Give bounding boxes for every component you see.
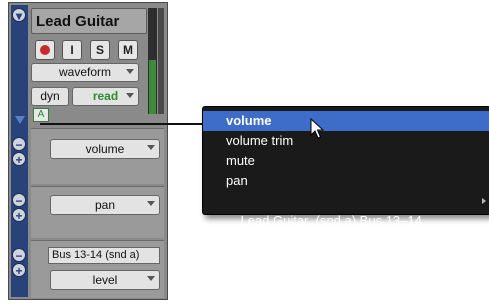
chevron-down-icon [147,276,155,281]
track-name[interactable]: Lead Guitar [31,8,147,34]
menu-item-pan[interactable]: pan [203,171,489,191]
chevron-down-icon [126,69,134,74]
menu-item-volume[interactable]: volume [203,111,489,131]
automation-param-selector[interactable]: pan [50,195,160,215]
menu-item-mute[interactable]: mute [203,151,489,171]
plus-circle-icon[interactable]: + [12,263,26,278]
automation-mode-label: read [92,89,119,103]
record-enable-button[interactable] [35,40,55,60]
plus-circle-icon[interactable]: + [12,152,26,167]
automation-param-selector[interactable]: volume [50,139,160,159]
dyn-button[interactable]: dyn [31,87,69,106]
menu-item-send-label: Lead Guitar (snd a) Bus 13–14 [240,213,422,228]
level-meter-fill [149,60,156,114]
automation-param-label: volume [85,142,125,156]
minus-circle-icon[interactable]: − [12,248,26,263]
minus-circle-icon[interactable]: − [12,137,26,152]
input-monitor-button[interactable]: I [62,40,82,60]
chevron-down-icon [147,145,155,150]
mouse-pointer-icon [310,118,324,139]
expand-automation-icon[interactable] [15,116,25,124]
send-param-selector[interactable]: level [50,270,160,290]
send-name[interactable]: Bus 13-14 (snd a) [48,247,160,264]
automation-mode-selector[interactable]: read [72,87,139,106]
track-view-label: waveform [58,65,111,79]
record-icon [40,44,50,55]
chevron-down-icon [147,201,155,206]
automation-lane-button[interactable]: A [33,108,49,122]
submenu-arrow-icon [482,198,486,204]
level-meter-right [158,8,164,114]
callout-line [40,123,202,125]
collapse-track-icon[interactable]: ▾ [12,8,26,23]
automation-param-label: pan [94,198,116,212]
menu-item-volume-trim[interactable]: volume trim [203,131,489,151]
mute-button[interactable]: M [118,40,138,60]
send-param-label: level [92,273,118,287]
minus-circle-icon[interactable]: − [12,193,26,208]
track-view-selector[interactable]: waveform [31,63,139,82]
plus-circle-icon[interactable]: + [12,208,26,223]
solo-button[interactable]: S [90,40,110,60]
automation-param-menu: volume volume trim mute pan Lead Guitar … [202,106,489,228]
menu-item-send[interactable]: Lead Guitar (snd a) Bus 13–14 [203,191,489,228]
chevron-down-icon [126,93,134,98]
